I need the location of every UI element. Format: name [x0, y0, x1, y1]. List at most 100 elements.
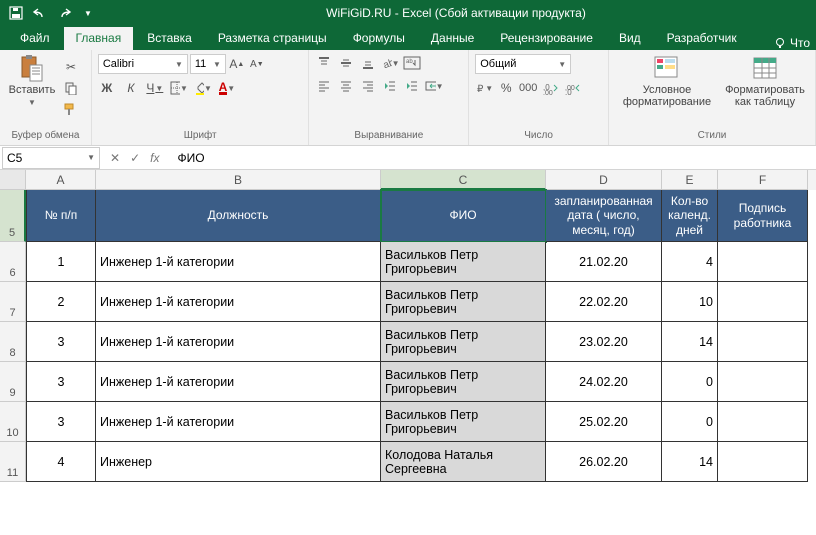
cell[interactable]	[718, 322, 808, 362]
cell[interactable]: Васильков Петр Григорьевич	[381, 402, 546, 442]
name-box[interactable]: C5 ▼	[2, 147, 100, 169]
cancel-icon[interactable]: ✕	[110, 151, 120, 165]
cell[interactable]: 0	[662, 362, 718, 402]
cell[interactable]: Васильков Петр Григорьевич	[381, 242, 546, 282]
accounting-format-button[interactable]: ₽▼	[475, 79, 493, 97]
align-center-button[interactable]	[337, 77, 355, 95]
bold-button[interactable]: Ж	[98, 79, 116, 97]
decrease-decimal-button[interactable]: ,00,0	[563, 79, 581, 97]
align-top-button[interactable]	[315, 54, 333, 72]
tab-insert[interactable]: Вставка	[135, 27, 204, 50]
cell[interactable]: 4	[662, 242, 718, 282]
cell[interactable]: 25.02.20	[546, 402, 662, 442]
tab-home[interactable]: Главная	[64, 27, 134, 50]
cell[interactable]	[718, 242, 808, 282]
number-format-combo[interactable]: Общий▼	[475, 54, 571, 74]
align-left-button[interactable]	[315, 77, 333, 95]
borders-button[interactable]: ▼	[170, 79, 188, 97]
tab-developer[interactable]: Разработчик	[655, 27, 749, 50]
enter-icon[interactable]: ✓	[130, 151, 140, 165]
customize-qat-icon[interactable]: ▼	[80, 5, 96, 21]
cell[interactable]: 4	[26, 442, 96, 482]
font-size-combo[interactable]: 11▼	[190, 54, 226, 74]
row-header[interactable]: 8	[0, 322, 26, 362]
conditional-formatting-button[interactable]: Условное форматирование	[615, 54, 719, 108]
cell[interactable]: 0	[662, 402, 718, 442]
italic-button[interactable]: К	[122, 79, 140, 97]
merge-center-button[interactable]: ▼	[425, 77, 443, 95]
header-cell[interactable]: Подпись работника	[718, 190, 808, 242]
cell[interactable]: 2	[26, 282, 96, 322]
cell[interactable]: Инженер 1-й категории	[96, 402, 381, 442]
cell[interactable]: Васильков Петр Григорьевич	[381, 322, 546, 362]
cell[interactable]: 3	[26, 402, 96, 442]
tab-formulas[interactable]: Формулы	[341, 27, 417, 50]
format-as-table-button[interactable]: Форматировать как таблицу	[721, 54, 809, 108]
col-header-D[interactable]: D	[546, 170, 662, 190]
shrink-font-button[interactable]: A▼	[248, 55, 266, 73]
orientation-button[interactable]: ab▼	[381, 54, 399, 72]
underline-button[interactable]: Ч▼	[146, 79, 164, 97]
cell[interactable]: Васильков Петр Григорьевич	[381, 282, 546, 322]
col-header-F[interactable]: F	[718, 170, 808, 190]
cell[interactable]: Васильков Петр Григорьевич	[381, 362, 546, 402]
header-cell[interactable]: № п/п	[26, 190, 96, 242]
header-cell[interactable]: запланированная дата ( число, месяц, год…	[546, 190, 662, 242]
grow-font-button[interactable]: A▲	[228, 55, 246, 73]
cell[interactable]	[718, 362, 808, 402]
cell[interactable]: 14	[662, 322, 718, 362]
row-header[interactable]: 10	[0, 402, 26, 442]
font-color-button[interactable]: А▼	[218, 79, 236, 97]
cut-button[interactable]: ✂	[62, 58, 80, 76]
fx-icon[interactable]: fx	[150, 151, 159, 165]
save-icon[interactable]	[8, 5, 24, 21]
formula-input[interactable]: ФИО	[167, 151, 204, 165]
header-cell-active[interactable]: ФИО	[381, 190, 546, 242]
font-name-combo[interactable]: Calibri▼	[98, 54, 188, 74]
cell[interactable]: Инженер 1-й категории	[96, 362, 381, 402]
cell[interactable]: 3	[26, 322, 96, 362]
copy-button[interactable]	[62, 79, 80, 97]
cell[interactable]: Инженер 1-й категории	[96, 242, 381, 282]
col-header-A[interactable]: A	[26, 170, 96, 190]
cell[interactable]: Инженер 1-й категории	[96, 282, 381, 322]
cell[interactable]: 10	[662, 282, 718, 322]
cell[interactable]: 14	[662, 442, 718, 482]
row-header[interactable]: 9	[0, 362, 26, 402]
paste-button[interactable]: Вставить ▼	[6, 54, 58, 107]
cell[interactable]: 23.02.20	[546, 322, 662, 362]
cell[interactable]	[718, 442, 808, 482]
cell[interactable]	[718, 402, 808, 442]
tab-view[interactable]: Вид	[607, 27, 653, 50]
tab-review[interactable]: Рецензирование	[488, 27, 605, 50]
increase-decimal-button[interactable]: ,0,00	[541, 79, 559, 97]
cell[interactable]	[718, 282, 808, 322]
col-header-B[interactable]: B	[96, 170, 381, 190]
undo-icon[interactable]	[32, 5, 48, 21]
header-cell[interactable]: Должность	[96, 190, 381, 242]
decrease-indent-button[interactable]	[381, 77, 399, 95]
cell[interactable]: 24.02.20	[546, 362, 662, 402]
tell-me[interactable]: Что	[774, 36, 816, 50]
cell[interactable]: Инженер	[96, 442, 381, 482]
row-header[interactable]: 6	[0, 242, 26, 282]
align-right-button[interactable]	[359, 77, 377, 95]
cell[interactable]: 22.02.20	[546, 282, 662, 322]
row-header[interactable]: 7	[0, 282, 26, 322]
select-all-corner[interactable]	[0, 170, 26, 190]
cell[interactable]: 21.02.20	[546, 242, 662, 282]
redo-icon[interactable]	[56, 5, 72, 21]
cell[interactable]: Инженер 1-й категории	[96, 322, 381, 362]
comma-button[interactable]: 000	[519, 79, 537, 97]
fill-color-button[interactable]: ▼	[194, 79, 212, 97]
cell[interactable]: 3	[26, 362, 96, 402]
cell[interactable]: Колодова Наталья Сергеевна	[381, 442, 546, 482]
col-header-C[interactable]: C	[381, 170, 546, 190]
tab-data[interactable]: Данные	[419, 27, 486, 50]
percent-button[interactable]: %	[497, 79, 515, 97]
align-middle-button[interactable]	[337, 54, 355, 72]
increase-indent-button[interactable]	[403, 77, 421, 95]
row-header[interactable]: 11	[0, 442, 26, 482]
row-header[interactable]: 5	[0, 190, 26, 242]
format-painter-button[interactable]	[62, 100, 80, 118]
